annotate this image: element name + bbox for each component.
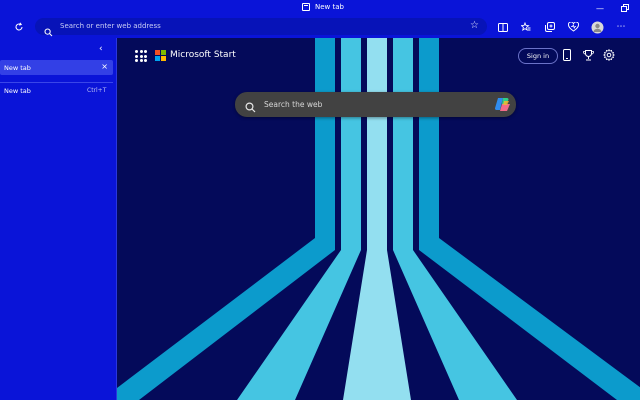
search-icon [245, 98, 256, 117]
tab-icon [302, 3, 310, 11]
web-search-box[interactable]: Search the web [235, 92, 516, 117]
mobile-icon[interactable] [560, 48, 574, 62]
new-tab-page: Microsoft Start Sign in Search the web [116, 38, 640, 400]
apps-grid-icon[interactable] [135, 50, 147, 62]
vertical-tabs-sidebar: ‹ New tab × New tab Ctrl+T [0, 38, 116, 400]
new-tab-shortcut: Ctrl+T [87, 87, 107, 94]
minimize-icon[interactable]: — [594, 2, 606, 14]
address-placeholder: Search or enter web address [60, 22, 161, 30]
toolbar: Search or enter web address ☆ ⋯ [0, 16, 640, 38]
search-placeholder: Search the web [264, 100, 323, 109]
refresh-icon[interactable] [12, 20, 26, 34]
window-title: New tab [315, 3, 344, 11]
brand-title[interactable]: Microsoft Start [170, 50, 236, 60]
star-icon[interactable]: ☆ [470, 20, 479, 31]
browser-essentials-icon[interactable] [566, 20, 580, 34]
favorites-icon[interactable] [519, 20, 533, 34]
sidebar-tab-active[interactable]: New tab × [0, 60, 113, 75]
title-bar: New tab — [0, 0, 640, 16]
split-screen-icon[interactable] [496, 20, 510, 34]
chevron-left-icon[interactable]: ‹ [99, 44, 103, 54]
settings-gear-icon[interactable] [602, 48, 616, 62]
copilot-icon[interactable] [494, 96, 511, 113]
rewards-trophy-icon[interactable] [581, 48, 595, 62]
restore-icon[interactable] [619, 2, 631, 14]
more-icon[interactable]: ⋯ [614, 20, 628, 34]
new-tab-button[interactable]: New tab [4, 87, 31, 95]
address-bar[interactable]: Search or enter web address ☆ [35, 18, 487, 37]
sign-in-button[interactable]: Sign in [518, 48, 558, 64]
sidebar-divider [0, 82, 113, 83]
window-title-group: New tab [302, 3, 344, 11]
sidebar-tab-label: New tab [4, 64, 31, 72]
microsoft-logo-icon [155, 50, 166, 61]
collections-icon[interactable] [543, 20, 557, 34]
close-icon[interactable]: × [101, 62, 108, 71]
profile-avatar[interactable] [590, 20, 604, 34]
